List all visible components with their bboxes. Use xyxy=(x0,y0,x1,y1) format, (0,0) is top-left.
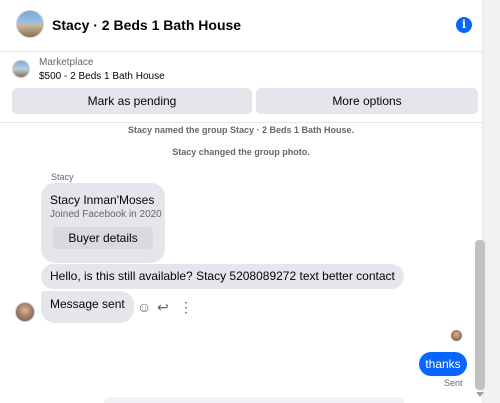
sender-name: Stacy xyxy=(51,172,74,182)
react-icon[interactable]: ☺ xyxy=(137,300,151,314)
buyer-name: Stacy Inman'Moses xyxy=(50,193,155,207)
message-thread: Stacy named the group Stacy · 2 Beds 1 B… xyxy=(0,122,482,403)
group-avatar[interactable] xyxy=(16,10,44,38)
scroll-down-arrow-icon[interactable] xyxy=(476,392,484,398)
listing-thumbnail[interactable] xyxy=(12,60,30,78)
incoming-message[interactable]: Message sent xyxy=(41,291,134,323)
more-actions-icon[interactable]: ⋮ xyxy=(179,300,193,314)
system-message: Stacy changed the group photo. xyxy=(172,147,310,157)
marketplace-listing-panel: Marketplace $500 - 2 Beds 1 Bath House M… xyxy=(0,52,482,122)
outgoing-message[interactable]: thanks xyxy=(419,352,467,376)
sender-avatar[interactable] xyxy=(15,302,35,322)
more-options-button[interactable]: More options xyxy=(256,88,478,114)
buyer-profile-card: Stacy Inman'Moses Joined Facebook in 202… xyxy=(41,183,165,263)
info-icon[interactable]: i xyxy=(456,17,472,33)
message-status: Sent xyxy=(444,378,463,388)
buyer-joined-date: Joined Facebook in 2020 xyxy=(50,209,162,220)
scrollbar-thumb[interactable] xyxy=(475,240,485,390)
listing-source: Marketplace xyxy=(39,57,94,68)
incoming-message[interactable]: Hello, is this still available? Stacy 52… xyxy=(41,264,404,289)
buyer-details-button[interactable]: Buyer details xyxy=(53,227,153,249)
conversation-title[interactable]: Stacy · 2 Beds 1 Bath House xyxy=(52,17,241,33)
seen-avatar xyxy=(451,330,462,341)
composer-area[interactable] xyxy=(104,397,404,403)
system-message: Stacy named the group Stacy · 2 Beds 1 B… xyxy=(127,125,355,135)
reply-icon[interactable]: ↩ xyxy=(157,300,169,314)
conversation-header: Stacy · 2 Beds 1 Bath House i xyxy=(0,0,482,52)
listing-title[interactable]: $500 - 2 Beds 1 Bath House xyxy=(39,71,165,82)
mark-as-pending-button[interactable]: Mark as pending xyxy=(12,88,252,114)
